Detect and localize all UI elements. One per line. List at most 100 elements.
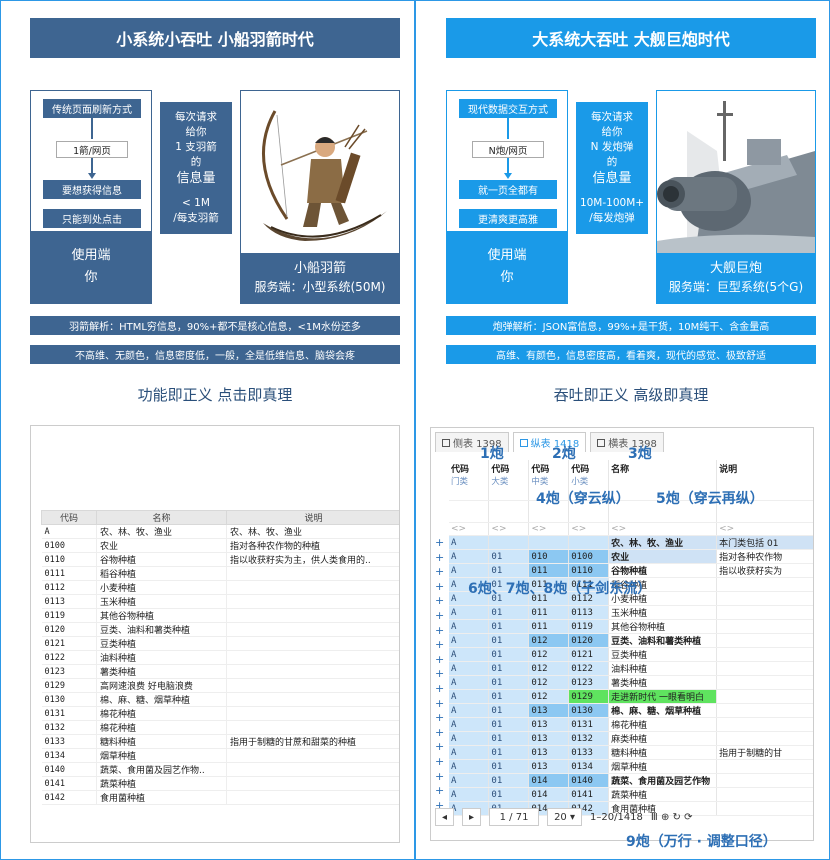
- expand-plus-icon[interactable]: +: [435, 653, 444, 666]
- grid-cell: 012: [528, 689, 570, 705]
- table-row[interactable]: 0142 食用菌种植: [41, 790, 399, 805]
- left-user-box: 使用端 你: [31, 231, 151, 303]
- grid-header-label: 代码: [491, 465, 510, 475]
- expand-plus-icon[interactable]: +: [435, 667, 444, 680]
- grid-cell: [716, 675, 813, 691]
- left-flow-box-2: 1箭/网页: [56, 141, 128, 158]
- table-row[interactable]: 0119 其他谷物种植: [41, 608, 399, 623]
- left-table-header: 代码: [41, 510, 97, 525]
- expand-plus-icon[interactable]: +: [435, 682, 444, 695]
- grid-cell: 01: [488, 549, 530, 565]
- expand-plus-icon[interactable]: +: [435, 638, 444, 651]
- grid-cell: 0121: [568, 647, 610, 663]
- table-row[interactable]: 0110 谷物种植 指以收获籽实为主，供人类食用的..: [41, 552, 399, 567]
- grid-cell: 011: [528, 563, 570, 579]
- table-row[interactable]: A 01 013 0131 棉花种植: [449, 717, 813, 733]
- filter-input[interactable]: <>: [449, 522, 490, 537]
- table-row[interactable]: 0112 小麦种植: [41, 580, 399, 595]
- table-row[interactable]: A 01 011 0113 玉米种植: [449, 605, 813, 621]
- table-row[interactable]: A 01 013 0133 糖料种植 指用于制糖的甘: [449, 745, 813, 761]
- table-row[interactable]: A 01 013 0130 棉、麻、糖、烟草种植: [449, 703, 813, 719]
- filter-input[interactable]: <>: [716, 522, 813, 537]
- grid-cell: A: [449, 633, 490, 649]
- page-size-select[interactable]: 20 ▾: [547, 808, 582, 826]
- expand-plus-icon[interactable]: +: [435, 740, 444, 753]
- grid-cell: A: [449, 549, 490, 565]
- table-row[interactable]: 0131 棉花种植: [41, 706, 399, 721]
- table-row[interactable]: 0121 豆类种植: [41, 636, 399, 651]
- table-row[interactable]: A 01 012 0122 油料种植: [449, 661, 813, 677]
- expand-plus-icon[interactable]: +: [435, 726, 444, 739]
- expand-plus-icon[interactable]: +: [435, 565, 444, 578]
- next-page-button[interactable]: ▸: [462, 808, 482, 826]
- table-row[interactable]: 0134 烟草种植: [41, 748, 399, 763]
- table-row[interactable]: 0122 油料种植: [41, 650, 399, 665]
- table-row[interactable]: 0133 糖料种植 指用于制糖的甘蔗和甜菜的种植: [41, 734, 399, 749]
- grid-cell: 01: [488, 731, 530, 747]
- left-info-line: 1 支羽箭: [175, 141, 217, 153]
- right-diagram: 现代数据交互方式 N炮/网页 就一页全都有 更清爽更高雅 使用端 你 每次请求 …: [446, 90, 816, 304]
- toolbar-icons[interactable]: Ⅲ ⊕ ↻ ⟳: [651, 812, 693, 823]
- table-row[interactable]: A 01 011 0119 其他谷物种植: [449, 619, 813, 635]
- table-cell: 指用于制糖的甘蔗和甜菜的种植: [226, 734, 399, 749]
- grid-cell: 麻类种植: [608, 731, 718, 747]
- table-row[interactable]: A 农、林、牧、渔业 农、林、牧、渔业: [41, 524, 399, 539]
- table-cell: 0123: [41, 664, 97, 679]
- filter-input[interactable]: <>: [488, 522, 530, 537]
- expand-plus-icon[interactable]: +: [435, 594, 444, 607]
- expand-plus-icon[interactable]: +: [435, 536, 444, 549]
- table-row[interactable]: A 01 014 0141 蔬菜种植: [449, 787, 813, 803]
- table-row[interactable]: A 01 010 0100 农业 指对各种农作物: [449, 549, 813, 565]
- expand-plus-icon[interactable]: +: [435, 624, 444, 637]
- page-indicator[interactable]: 1 / 71: [489, 808, 540, 826]
- filter-input[interactable]: <>: [528, 522, 570, 537]
- grid-cell: A: [449, 731, 490, 747]
- table-row[interactable]: 0120 豆类、油料和薯类种植: [41, 622, 399, 637]
- left-flow-box-1: 传统页面刷新方式: [43, 99, 141, 118]
- table-row[interactable]: 0140 蔬菜、食用菌及园艺作物..: [41, 762, 399, 777]
- table-row[interactable]: A 01 012 0121 豆类种植: [449, 647, 813, 663]
- table-row[interactable]: 0111 稻谷种植: [41, 566, 399, 581]
- filter-input[interactable]: <>: [568, 522, 610, 537]
- table-row[interactable]: 0123 薯类种植: [41, 664, 399, 679]
- expand-plus-icon[interactable]: +: [435, 697, 444, 710]
- expand-plus-icon[interactable]: +: [435, 755, 444, 768]
- table-row[interactable]: A 01 014 0140 蔬菜、食用菌及园艺作物: [449, 773, 813, 789]
- prev-page-button[interactable]: ◂: [435, 808, 455, 826]
- expand-plus-icon[interactable]: +: [435, 609, 444, 622]
- grid-header-cell[interactable]: 代码 大类: [488, 460, 530, 501]
- table-row[interactable]: 0132 棉花种植: [41, 720, 399, 735]
- table-row[interactable]: 0129 高网速浪费 好电脑浪费: [41, 678, 399, 693]
- table-row[interactable]: 0113 玉米种植: [41, 594, 399, 609]
- table-row[interactable]: A 01 013 0132 麻类种植: [449, 731, 813, 747]
- expand-plus-icon[interactable]: +: [435, 711, 444, 724]
- expand-plus-icon[interactable]: +: [435, 551, 444, 564]
- grid-cell: 01: [488, 759, 530, 775]
- grid-cell: A: [449, 717, 490, 733]
- table-row[interactable]: 0130 棉、麻、糖、烟草种植: [41, 692, 399, 707]
- expand-plus-icon[interactable]: +: [435, 784, 444, 797]
- grid-cell: 01: [488, 745, 530, 761]
- table-row[interactable]: A 01 012 0129 走进新时代 一眼看明白: [449, 689, 813, 705]
- table-row[interactable]: 0100 农业 指对各种农作物的种植: [41, 538, 399, 553]
- filter-input[interactable]: <>: [608, 522, 718, 537]
- table-cell: 0131: [41, 706, 97, 721]
- table-cell: 谷物种植: [96, 552, 227, 567]
- left-subtitle: 功能即正义 点击即真理: [137, 386, 293, 404]
- grid-cell: [488, 535, 530, 551]
- annotation-1: 1炮: [480, 446, 504, 462]
- grid-cell: 012: [528, 647, 570, 663]
- table-cell: 棉花种植: [96, 706, 227, 721]
- table-row[interactable]: A 01 012 0123 薯类种植: [449, 675, 813, 691]
- table-row[interactable]: A 01 011 0110 谷物种植 指以收获籽实为: [449, 563, 813, 579]
- expand-plus-icon[interactable]: +: [435, 580, 444, 593]
- grid-cell: 0122: [568, 661, 610, 677]
- table-row[interactable]: A 01 013 0134 烟草种植: [449, 759, 813, 775]
- expand-plus-icon[interactable]: +: [435, 770, 444, 783]
- grid-header-sub: 小类: [571, 477, 589, 487]
- table-row[interactable]: A 农、林、牧、渔业 本门类包括 01: [449, 535, 813, 551]
- grid-header-cell[interactable]: 代码 门类: [449, 460, 490, 501]
- table-row[interactable]: A 01 012 0120 豆类、油料和薯类种植: [449, 633, 813, 649]
- grid-cell: A: [449, 661, 490, 677]
- table-row[interactable]: 0141 蔬菜种植: [41, 776, 399, 791]
